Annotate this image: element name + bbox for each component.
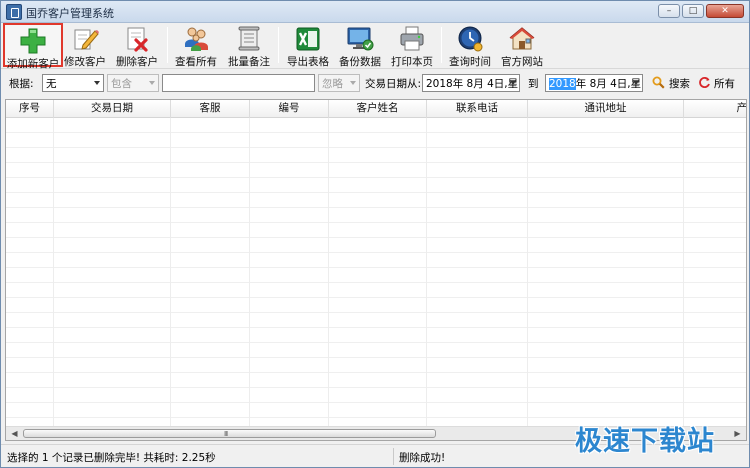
backup-data-button[interactable]: 备份数据 xyxy=(338,23,382,68)
column-divider xyxy=(527,118,528,426)
column-divider xyxy=(426,118,427,426)
keyword-input[interactable] xyxy=(162,74,315,92)
date-from-picker[interactable]: 2018年 8月 4日,星! xyxy=(422,74,520,92)
delete-document-icon xyxy=(123,25,151,52)
basis-select-value: 无 xyxy=(46,78,57,90)
basis-select[interactable]: 无 xyxy=(42,74,104,92)
basis-label: 根据: xyxy=(9,78,34,90)
match-mode-select[interactable]: 包含 xyxy=(107,74,159,92)
column-header-phone[interactable]: 联系电话 xyxy=(427,100,528,118)
table-body[interactable] xyxy=(6,118,746,426)
date-to-label: 到 xyxy=(528,78,539,90)
column-header-index[interactable]: 序号 xyxy=(6,100,54,118)
column-header-address[interactable]: 通讯地址 xyxy=(528,100,684,118)
ignore-select-value: 忽略 xyxy=(322,78,343,90)
ignore-select[interactable]: 忽略 xyxy=(318,74,360,92)
date-to-year-selected: 2018 xyxy=(549,78,576,90)
customer-table[interactable]: 序号 交易日期 客服 编号 客户姓名 联系电话 通讯地址 产 ◀ III ▶ xyxy=(5,99,747,441)
chevron-down-icon xyxy=(149,81,155,85)
search-icon xyxy=(652,76,665,89)
maximize-button[interactable]: □ xyxy=(682,4,704,18)
official-website-button[interactable]: 官方网站 xyxy=(500,23,544,68)
toolbar-separator xyxy=(278,27,279,63)
toolbar: 添加新客户 修改客户 删除客户 查看所有 批量备注 导出表格 备份数据 打印本页… xyxy=(1,23,749,70)
monitor-backup-icon xyxy=(346,25,374,52)
date-to-picker[interactable]: 2018年 8月 4日,星! xyxy=(545,74,643,92)
column-divider xyxy=(249,118,250,426)
scroll-thumb[interactable]: III xyxy=(23,429,436,438)
scroll-note-icon xyxy=(235,25,263,52)
window-title: 国乔客户管理系统 xyxy=(26,7,114,20)
maximize-icon: □ xyxy=(688,5,698,16)
all-label: 所有 xyxy=(714,78,735,90)
app-window: 国乔客户管理系统 – □ ✕ 添加新客户 修改客户 删除客户 查看所有 批量备注… xyxy=(0,0,750,468)
column-divider xyxy=(683,118,684,426)
scroll-grip: III xyxy=(224,430,228,438)
title-bar[interactable]: 国乔客户管理系统 – □ ✕ xyxy=(1,1,749,23)
add-plus-icon xyxy=(19,27,47,54)
window-controls: – □ ✕ xyxy=(658,4,744,18)
toolbar-separator xyxy=(441,27,442,63)
add-customer-button[interactable]: 添加新客户 xyxy=(3,23,63,70)
status-message: 选择的 1 个记录已删除完毕! 共耗时: 2.25秒 xyxy=(7,452,216,464)
edit-pencil-icon xyxy=(71,25,99,52)
view-all-button[interactable]: 查看所有 xyxy=(174,23,218,68)
scroll-left-arrow-icon[interactable]: ◀ xyxy=(7,427,22,440)
printer-icon xyxy=(398,25,426,52)
chevron-down-icon xyxy=(510,81,516,85)
watermark-logo: 极速下载站 xyxy=(575,426,715,457)
delete-customer-button[interactable]: 删除客户 xyxy=(115,23,159,68)
toolbar-separator xyxy=(167,27,168,63)
excel-icon xyxy=(294,25,322,52)
column-divider xyxy=(170,118,171,426)
status-result: 删除成功! xyxy=(399,452,446,464)
column-header-customer-name[interactable]: 客户姓名 xyxy=(329,100,427,118)
close-icon: ✕ xyxy=(721,5,729,16)
column-header-number[interactable]: 编号 xyxy=(250,100,329,118)
scroll-right-arrow-icon[interactable]: ▶ xyxy=(730,427,745,440)
refresh-icon xyxy=(698,76,711,89)
column-header-service[interactable]: 客服 xyxy=(171,100,250,118)
users-group-icon xyxy=(182,25,210,52)
minimize-button[interactable]: – xyxy=(658,4,680,18)
chevron-down-icon xyxy=(94,81,100,85)
chevron-down-icon xyxy=(350,81,356,85)
edit-customer-button[interactable]: 修改客户 xyxy=(64,23,106,68)
close-button[interactable]: ✕ xyxy=(706,4,744,18)
search-label: 搜索 xyxy=(669,78,690,90)
query-time-button[interactable]: 查询时间 xyxy=(448,23,492,68)
column-divider xyxy=(53,118,54,426)
app-logo-icon xyxy=(6,4,22,20)
match-mode-value: 包含 xyxy=(111,78,132,90)
print-page-button[interactable]: 打印本页 xyxy=(390,23,434,68)
chevron-down-icon xyxy=(633,81,639,85)
export-table-button[interactable]: 导出表格 xyxy=(286,23,330,68)
table-header: 序号 交易日期 客服 编号 客户姓名 联系电话 通讯地址 产 xyxy=(6,100,747,118)
date-from-label: 交易日期从: xyxy=(365,78,422,90)
minimize-icon: – xyxy=(666,5,672,16)
batch-note-button[interactable]: 批量备注 xyxy=(227,23,271,68)
clock-icon xyxy=(456,25,484,52)
date-from-value: 2018年 8月 4日,星! xyxy=(426,78,520,90)
column-header-product[interactable]: 产 xyxy=(684,100,747,118)
column-divider xyxy=(328,118,329,426)
column-header-trade-date[interactable]: 交易日期 xyxy=(54,100,171,118)
status-divider xyxy=(393,448,394,465)
search-bar: 根据: 无 包含 忽略 交易日期从: 2018年 8月 4日,星! 到 2018… xyxy=(1,70,749,96)
home-icon xyxy=(508,25,536,52)
